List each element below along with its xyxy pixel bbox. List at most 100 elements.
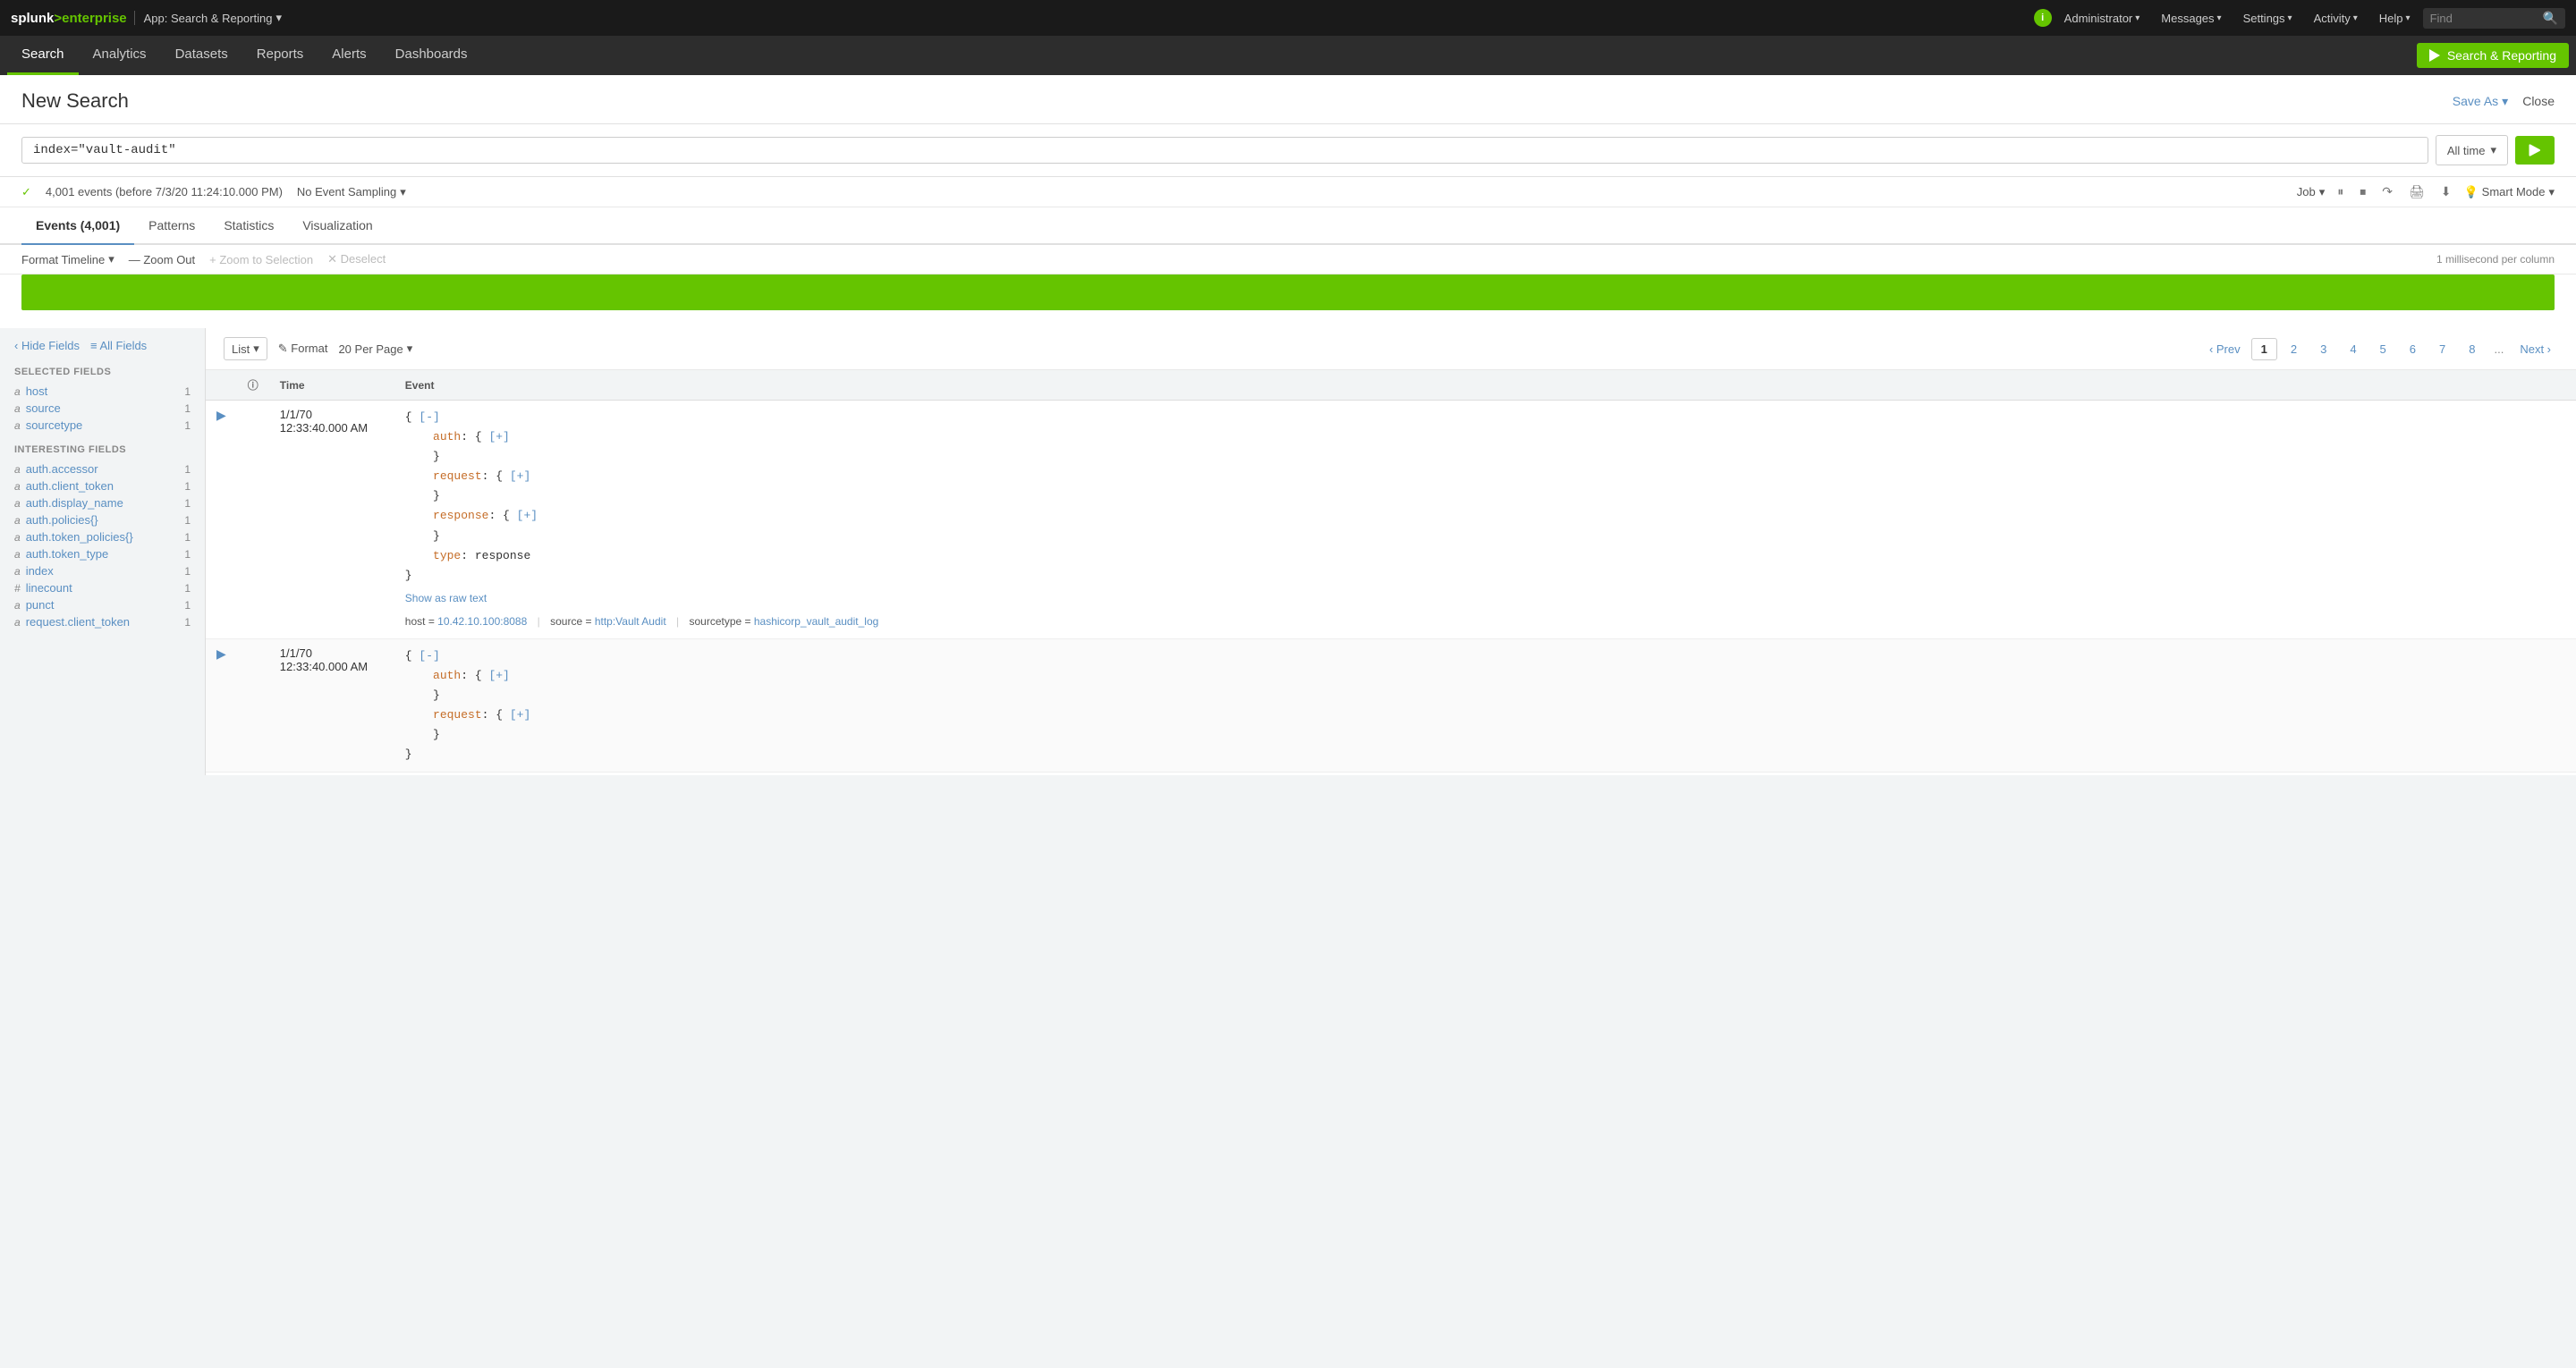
field-punct-link[interactable]: punct: [26, 598, 55, 612]
results-area: List ▾ ✎ Format 20 Per Page ▾ ‹ Prev 1 2…: [206, 328, 2576, 775]
export-icon[interactable]: ⬇: [2437, 182, 2455, 201]
expand-auth-1-button[interactable]: [+]: [488, 430, 509, 443]
next-button[interactable]: Next ›: [2512, 339, 2558, 359]
field-sourcetype-link[interactable]: sourcetype: [26, 418, 83, 432]
activity-menu[interactable]: Activity ▾: [2305, 8, 2367, 29]
collapse-1-button[interactable]: [-]: [419, 410, 439, 424]
field-host-link[interactable]: host: [26, 384, 48, 398]
format-timeline-button[interactable]: Format Timeline ▾: [21, 252, 114, 266]
messages-menu[interactable]: Messages ▾: [2152, 8, 2230, 29]
search-reporting-button[interactable]: Search & Reporting: [2417, 43, 2569, 68]
field-auth-policies: a auth.policies{} 1: [14, 511, 191, 528]
smart-mode-button[interactable]: 💡 Smart Mode ▾: [2463, 185, 2555, 199]
sec-nav-right: Search & Reporting: [2417, 36, 2569, 75]
page-header-actions: Save As ▾ Close: [2453, 94, 2555, 109]
field-auth-token-type-link[interactable]: auth.token_type: [26, 547, 109, 561]
nav-dashboards[interactable]: Dashboards: [381, 36, 482, 75]
page-5-button[interactable]: 5: [2370, 338, 2396, 360]
nav-datasets[interactable]: Datasets: [161, 36, 242, 75]
page-7-button[interactable]: 7: [2429, 338, 2455, 360]
sampling-button[interactable]: No Event Sampling ▾: [297, 185, 406, 199]
page-2-button[interactable]: 2: [2281, 338, 2307, 360]
status-checkmark: ✓: [21, 185, 31, 199]
expand-request-2-button[interactable]: [+]: [510, 708, 530, 722]
field-auth-policies-link[interactable]: auth.policies{}: [26, 513, 98, 527]
tab-patterns[interactable]: Patterns: [134, 207, 209, 245]
page-3-button[interactable]: 3: [2310, 338, 2336, 360]
field-source-link[interactable]: source: [26, 401, 61, 415]
share-icon[interactable]: ↷: [2378, 182, 2396, 201]
field-auth-client-token-link[interactable]: auth.client_token: [26, 479, 114, 493]
expand-request-1-button[interactable]: [+]: [510, 469, 530, 483]
timeline-chart: [0, 274, 2576, 328]
job-button[interactable]: Job ▾: [2297, 185, 2326, 199]
tabs-row: Events (4,001) Patterns Statistics Visua…: [0, 207, 2576, 245]
events-count-text: 4,001 events (before 7/3/20 11:24:10.000…: [46, 185, 283, 198]
expand-response-1-button[interactable]: [+]: [517, 509, 538, 522]
all-fields-button[interactable]: ≡ All Fields: [90, 339, 147, 352]
deselect-button[interactable]: ✕ Deselect: [327, 252, 386, 266]
field-auth-token-policies: a auth.token_policies{} 1: [14, 528, 191, 545]
field-index-link[interactable]: index: [26, 564, 54, 578]
splunk-logo[interactable]: splunk>enterprise: [11, 11, 127, 26]
tab-statistics[interactable]: Statistics: [209, 207, 288, 245]
help-menu[interactable]: Help ▾: [2370, 8, 2419, 29]
sidebar: ‹ Hide Fields ≡ All Fields SELECTED FIEL…: [0, 328, 206, 775]
event-2-time: 1/1/7012:33:40.000 AM: [269, 638, 394, 773]
top-nav-right: i Administrator ▾ Messages ▾ Settings ▾ …: [2034, 8, 2565, 29]
event-1-content: { [-] auth: { [+] } request: { [+] } res…: [394, 401, 2576, 639]
tab-events[interactable]: Events (4,001): [21, 207, 134, 245]
table-row: ▶ 1/1/7012:33:40.000 AM { [-] auth: { [+…: [206, 401, 2576, 639]
page-8-button[interactable]: 8: [2459, 338, 2485, 360]
search-input-wrap: [21, 137, 2428, 164]
find-input[interactable]: [2430, 12, 2538, 25]
list-button[interactable]: List ▾: [224, 337, 267, 360]
time-range-button[interactable]: All time ▾: [2436, 135, 2508, 165]
format-button[interactable]: ✎ Format: [278, 342, 328, 356]
nav-analytics[interactable]: Analytics: [79, 36, 161, 75]
page-4-button[interactable]: 4: [2340, 338, 2366, 360]
app-label[interactable]: App: Search & Reporting ▾: [134, 11, 282, 25]
nav-reports[interactable]: Reports: [242, 36, 318, 75]
show-raw-1-button[interactable]: Show as raw text: [405, 589, 2565, 607]
field-request-client-token-link[interactable]: request.client_token: [26, 615, 130, 629]
search-input[interactable]: [33, 143, 2417, 157]
field-linecount-link[interactable]: linecount: [26, 581, 72, 595]
zoom-out-button[interactable]: — Zoom Out: [129, 253, 195, 266]
find-box[interactable]: 🔍: [2423, 8, 2565, 29]
nav-search[interactable]: Search: [7, 36, 79, 75]
collapse-2-button[interactable]: [-]: [419, 649, 439, 663]
save-as-button[interactable]: Save As ▾: [2453, 94, 2508, 109]
administrator-menu[interactable]: Administrator ▾: [2055, 8, 2149, 29]
search-run-button[interactable]: [2515, 136, 2555, 165]
hide-fields-button[interactable]: ‹ Hide Fields: [14, 339, 80, 352]
page-1-button[interactable]: 1: [2251, 338, 2277, 360]
nav-alerts[interactable]: Alerts: [318, 36, 380, 75]
page-6-button[interactable]: 6: [2400, 338, 2426, 360]
settings-menu[interactable]: Settings ▾: [2234, 8, 2301, 29]
expand-row-1-button[interactable]: ▶: [216, 408, 226, 422]
page-title: New Search: [21, 89, 129, 113]
results-toolbar: List ▾ ✎ Format 20 Per Page ▾ ‹ Prev 1 2…: [206, 328, 2576, 370]
field-linecount: # linecount 1: [14, 579, 191, 596]
print-icon[interactable]: 🖨: [2405, 182, 2428, 201]
find-icon: 🔍: [2543, 11, 2558, 26]
zoom-to-selection-button[interactable]: + Zoom to Selection: [209, 253, 313, 266]
per-page-button[interactable]: 20 Per Page ▾: [338, 342, 412, 356]
expand-auth-2-button[interactable]: [+]: [488, 669, 509, 682]
secondary-navigation: Search Analytics Datasets Reports Alerts…: [0, 36, 2576, 75]
info-header: ⓘ: [237, 370, 269, 401]
field-auth-accessor: a auth.accessor 1: [14, 460, 191, 477]
close-button[interactable]: Close: [2522, 94, 2555, 108]
field-auth-token-policies-link[interactable]: auth.token_policies{}: [26, 530, 133, 544]
pause-icon[interactable]: ⏸: [2334, 182, 2347, 201]
event-2-content: { [-] auth: { [+] } request: { [+] } }: [394, 638, 2576, 773]
stop-icon[interactable]: ⏹: [2356, 182, 2369, 201]
ms-per-column: 1 millisecond per column: [2436, 253, 2555, 266]
page-header: New Search Save As ▾ Close: [0, 75, 2576, 124]
tab-visualization[interactable]: Visualization: [288, 207, 386, 245]
field-auth-accessor-link[interactable]: auth.accessor: [26, 462, 98, 476]
expand-row-2-button[interactable]: ▶: [216, 646, 226, 661]
prev-button[interactable]: ‹ Prev: [2202, 339, 2248, 359]
field-auth-display-name-link[interactable]: auth.display_name: [26, 496, 123, 510]
